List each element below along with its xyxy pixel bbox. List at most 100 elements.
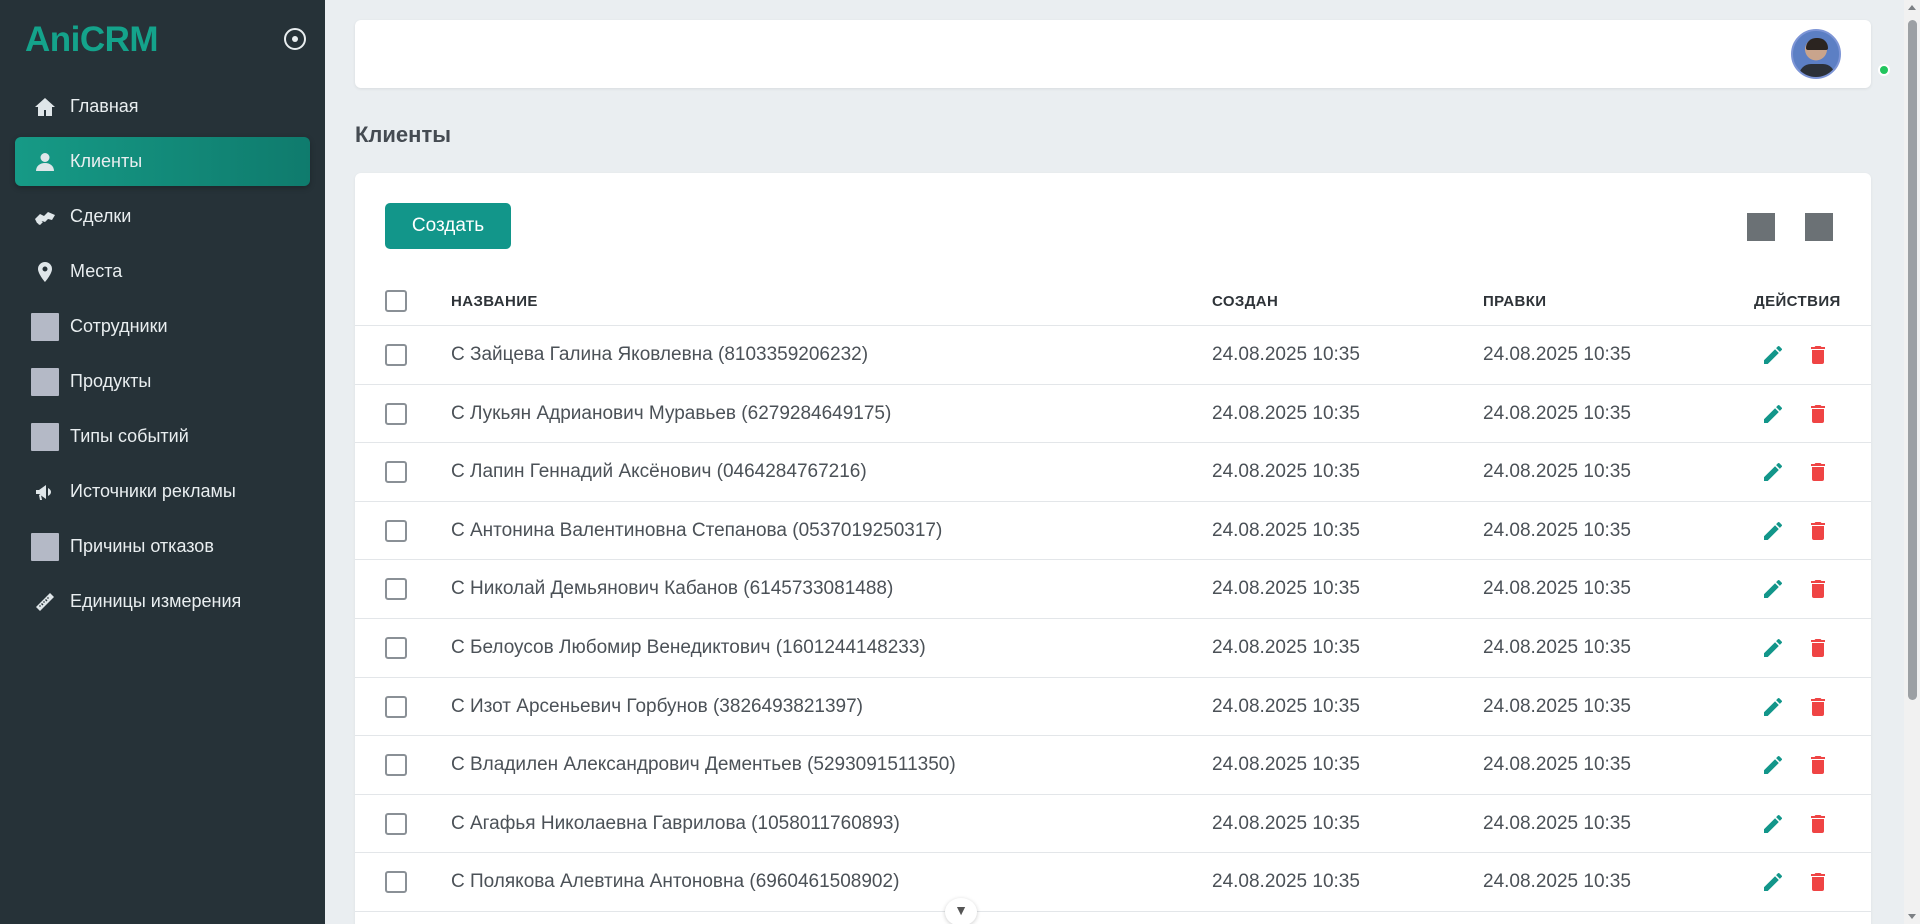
table-row[interactable]: С Николай Демьянович Кабанов (6145733081…	[355, 560, 1871, 619]
edited-date: 24.08.2025 10:35	[1483, 636, 1631, 658]
edit-icon[interactable]	[1761, 812, 1785, 836]
client-name[interactable]: С Агафья Николаевна Гаврилова (105801176…	[451, 813, 900, 835]
sidebar-item-units[interactable]: Единицы измерения	[15, 577, 310, 626]
sidebar-item-employees[interactable]: Сотрудники	[15, 302, 310, 351]
home-icon	[31, 93, 59, 121]
edit-icon[interactable]	[1761, 402, 1785, 426]
row-checkbox[interactable]	[385, 871, 407, 894]
delete-icon[interactable]	[1806, 636, 1830, 660]
row-checkbox[interactable]	[385, 519, 407, 542]
client-name[interactable]: С Лукьян Адрианович Муравьев (6279284649…	[451, 403, 891, 425]
column-header-edited[interactable]: ПРАВКИ	[1483, 293, 1546, 310]
row-checkbox[interactable]	[385, 461, 407, 484]
avatar[interactable]	[1791, 29, 1841, 79]
sidebar-toggle-icon[interactable]	[284, 28, 306, 50]
client-name[interactable]: С Антонина Валентиновна Степанова (05370…	[451, 520, 942, 542]
scrollbar-thumb[interactable]	[1908, 20, 1917, 700]
column-header-name[interactable]: НАЗВАНИЕ	[451, 293, 538, 310]
row-checkbox[interactable]	[385, 636, 407, 659]
table-row[interactable]: С Полякова Алевтина Антоновна (696046150…	[355, 853, 1871, 912]
brand-logo[interactable]: AniCRM	[25, 20, 159, 60]
create-button[interactable]: Создать	[385, 203, 511, 249]
table-body: С Зайцева Галина Яковлевна (810335920623…	[355, 326, 1871, 912]
delete-icon[interactable]	[1806, 870, 1830, 894]
sidebar: AniCRM Главная Клиенты Сделки Места Сотр…	[0, 0, 325, 924]
edit-icon[interactable]	[1761, 695, 1785, 719]
client-name[interactable]: С Полякова Алевтина Антоновна (696046150…	[451, 871, 899, 893]
row-checkbox[interactable]	[385, 695, 407, 718]
client-name[interactable]: С Владилен Александрович Дементьев (5293…	[451, 754, 956, 776]
row-checkbox[interactable]	[385, 754, 407, 777]
placeholder-icon	[31, 422, 59, 451]
edited-date: 24.08.2025 10:35	[1483, 812, 1631, 834]
row-checkbox[interactable]	[385, 578, 407, 601]
created-date: 24.08.2025 10:35	[1212, 812, 1360, 834]
column-header-created[interactable]: СОЗДАН	[1212, 293, 1278, 310]
location-pin-icon	[31, 258, 59, 286]
delete-icon[interactable]	[1806, 519, 1830, 543]
sidebar-item-deals[interactable]: Сделки	[15, 192, 310, 241]
edit-icon[interactable]	[1761, 870, 1785, 894]
select-all-checkbox[interactable]	[385, 290, 407, 312]
table-row[interactable]: С Изот Арсеньевич Горбунов (382649382139…	[355, 678, 1871, 737]
edit-icon[interactable]	[1761, 753, 1785, 777]
scroll-down-arrow-icon[interactable]	[1908, 914, 1916, 919]
edit-icon[interactable]	[1761, 460, 1785, 484]
scroll-up-arrow-icon[interactable]	[1908, 5, 1916, 10]
client-name[interactable]: С Зайцева Галина Яковлевна (810335920623…	[451, 344, 868, 366]
row-checkbox[interactable]	[385, 812, 407, 835]
sidebar-item-ad-sources[interactable]: Источники рекламы	[15, 467, 310, 516]
edited-date: 24.08.2025 10:35	[1483, 695, 1631, 717]
sidebar-item-clients[interactable]: Клиенты	[15, 137, 310, 186]
client-name[interactable]: С Белоусов Любомир Венедиктович (1601244…	[451, 637, 926, 659]
toolbar-placeholder-icon[interactable]	[1747, 213, 1775, 241]
delete-icon[interactable]	[1806, 402, 1830, 426]
edit-icon[interactable]	[1761, 343, 1785, 367]
toolbar-placeholder-icon[interactable]	[1805, 213, 1833, 241]
delete-icon[interactable]	[1806, 812, 1830, 836]
sidebar-item-products[interactable]: Продукты	[15, 357, 310, 406]
edited-date: 24.08.2025 10:35	[1483, 461, 1631, 483]
edit-icon[interactable]	[1761, 577, 1785, 601]
table-row[interactable]: С Зайцева Галина Яковлевна (810335920623…	[355, 326, 1871, 385]
edit-icon[interactable]	[1761, 636, 1785, 660]
sidebar-item-event-types[interactable]: Типы событий	[15, 412, 310, 461]
created-date: 24.08.2025 10:35	[1212, 578, 1360, 600]
delete-icon[interactable]	[1806, 695, 1830, 719]
created-date: 24.08.2025 10:35	[1212, 402, 1360, 424]
placeholder-icon	[31, 312, 59, 341]
client-name[interactable]: С Лапин Геннадий Аксёнович (046428476721…	[451, 461, 867, 483]
page-scrollbar[interactable]	[1904, 0, 1920, 924]
edited-date: 24.08.2025 10:35	[1483, 871, 1631, 893]
sidebar-item-label: Сделки	[70, 206, 132, 226]
table-row[interactable]: С Антонина Валентиновна Степанова (05370…	[355, 502, 1871, 561]
table-row[interactable]: С Белоусов Любомир Венедиктович (1601244…	[355, 619, 1871, 678]
megaphone-icon	[31, 478, 59, 506]
edited-date: 24.08.2025 10:35	[1483, 344, 1631, 365]
delete-icon[interactable]	[1806, 343, 1830, 367]
sidebar-nav: Главная Клиенты Сделки Места Сотрудники	[15, 82, 310, 632]
row-checkbox[interactable]	[385, 344, 407, 366]
sidebar-item-label: Источники рекламы	[70, 481, 236, 501]
placeholder-icon	[31, 532, 59, 561]
table-row[interactable]: С Владилен Александрович Дементьев (5293…	[355, 736, 1871, 795]
sidebar-item-label: Продукты	[70, 371, 152, 391]
created-date: 24.08.2025 10:35	[1212, 636, 1360, 658]
ruler-icon	[31, 588, 59, 616]
sidebar-item-home[interactable]: Главная	[15, 82, 310, 131]
table-row[interactable]: С Агафья Николаевна Гаврилова (105801176…	[355, 795, 1871, 854]
table-row[interactable]: С Лапин Геннадий Аксёнович (046428476721…	[355, 443, 1871, 502]
table-row[interactable]: С Лукьян Адрианович Муравьев (6279284649…	[355, 385, 1871, 444]
row-checkbox[interactable]	[385, 402, 407, 425]
sidebar-item-places[interactable]: Места	[15, 247, 310, 296]
sidebar-item-rejection-reasons[interactable]: Причины отказов	[15, 522, 310, 571]
sidebar-item-label: Места	[70, 261, 123, 281]
client-name[interactable]: С Изот Арсеньевич Горбунов (382649382139…	[451, 696, 863, 718]
delete-icon[interactable]	[1806, 577, 1830, 601]
edited-date: 24.08.2025 10:35	[1483, 402, 1631, 424]
client-name[interactable]: С Николай Демьянович Кабанов (6145733081…	[451, 578, 893, 600]
delete-icon[interactable]	[1806, 753, 1830, 777]
edit-icon[interactable]	[1761, 519, 1785, 543]
scroll-down-icon[interactable]: ▼	[945, 898, 977, 924]
delete-icon[interactable]	[1806, 460, 1830, 484]
